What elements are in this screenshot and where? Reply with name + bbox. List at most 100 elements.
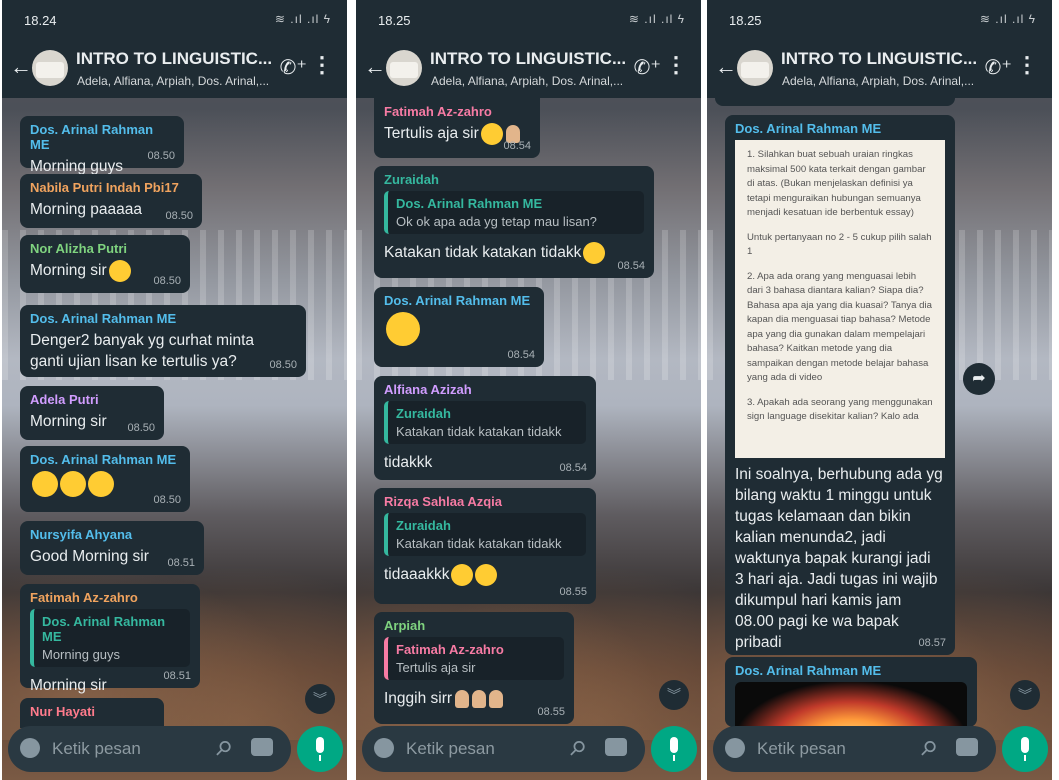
message-time: 08.50 — [153, 275, 181, 287]
message-sender: Dos. Arinal Rahman ME — [735, 121, 882, 136]
quote-sender: Dos. Arinal Rahman ME — [42, 614, 166, 644]
emoji — [451, 564, 474, 586]
more-vert-icon[interactable]: ⋮ — [665, 52, 687, 78]
message-bubble[interactable]: Alfiana Azizah Zuraidah Katakan tidak ka… — [374, 376, 596, 480]
mic-icon[interactable] — [651, 726, 697, 772]
camera-icon[interactable] — [605, 738, 627, 756]
quote-text: Katakan tidak katakan tidakk — [396, 424, 562, 439]
message-bubble[interactable]: Fatimah Az-zahro Tertulis aja sir 08.54 — [374, 98, 540, 158]
message-bubble[interactable]: Dos. Arinal Rahman ME Denger2 banyak yg … — [20, 305, 306, 377]
pray-emoji — [472, 689, 487, 708]
message-time: 08.50 — [165, 210, 193, 222]
camera-icon[interactable] — [251, 738, 273, 756]
status-time: 18.25 — [378, 13, 411, 28]
message-time: 08.57 — [918, 637, 946, 649]
group-avatar[interactable] — [32, 50, 68, 86]
mic-icon[interactable] — [1002, 726, 1048, 772]
more-vert-icon[interactable]: ⋮ — [311, 52, 333, 78]
signal-icon: ≋ .ıl .ıl ϟ — [274, 12, 331, 26]
message-time: 08.51 — [167, 557, 195, 569]
quoted-message[interactable]: Dos. Arinal Rahman ME Ok ok apa ada yg t… — [384, 191, 644, 234]
add-call-icon[interactable]: ✆⁺ — [985, 55, 1012, 80]
message-input[interactable]: Ketik pesan ⚲ — [713, 726, 996, 772]
pray-emoji — [455, 689, 470, 708]
forward-icon[interactable]: ➦ — [963, 363, 995, 395]
image-message-bubble[interactable]: Dos. Arinal Rahman ME — [725, 657, 977, 734]
emoji — [475, 564, 498, 586]
status-time: 18.25 — [729, 13, 762, 28]
message-input-placeholder[interactable]: Ketik pesan — [52, 739, 141, 759]
quote-text: Morning guys — [42, 647, 121, 662]
message-bubble[interactable]: Fatimah Az-zahro Dos. Arinal Rahman ME M… — [20, 584, 200, 694]
scroll-down-icon[interactable]: ︾ — [1010, 680, 1040, 710]
group-avatar[interactable] — [737, 50, 773, 86]
back-arrow-icon[interactable]: ← — [364, 54, 386, 80]
mic-icon[interactable] — [297, 726, 343, 772]
image-message-bubble[interactable]: Dos. Arinal Rahman ME 1. Silahkan buat s… — [725, 115, 955, 655]
message-sender: Nur Hayati — [30, 704, 96, 719]
message-time: 08.50 — [147, 150, 175, 162]
more-vert-icon[interactable]: ⋮ — [1016, 52, 1038, 78]
group-avatar[interactable] — [386, 50, 422, 86]
chat-title[interactable]: INTRO TO LINGUISTIC... — [781, 49, 977, 69]
emoji-icon[interactable] — [374, 738, 394, 758]
message-bubble[interactable]: Dos. Arinal Rahman ME 08.54 — [374, 287, 544, 367]
emoji-icon[interactable] — [20, 738, 40, 758]
quoted-message[interactable]: Dos. Arinal Rahman ME Morning guys — [30, 609, 190, 667]
chat-header: ← INTRO TO LINGUISTIC... Adela, Alfiana,… — [707, 38, 1052, 98]
quoted-message[interactable]: Zuraidah Katakan tidak katakan tidakk — [384, 401, 586, 444]
message-bubble[interactable]: Nabila Putri Indah Pbi17 Morning paaaaa … — [20, 174, 202, 228]
emoji-icon[interactable] — [725, 738, 745, 758]
quoted-message[interactable]: Zuraidah Katakan tidak katakan tidakk — [384, 513, 586, 556]
chat-title[interactable]: INTRO TO LINGUISTIC... — [76, 49, 272, 69]
message-input-placeholder[interactable]: Ketik pesan — [757, 739, 846, 759]
message-time: 08.51 — [163, 670, 191, 682]
message-text: Katakan tidak katakan tidakk — [384, 244, 582, 262]
message-input-placeholder[interactable]: Ketik pesan — [406, 739, 495, 759]
message-sender: Dos. Arinal Rahman ME — [30, 452, 177, 467]
attach-icon[interactable]: ⚲ — [210, 734, 238, 762]
message-bubble[interactable]: Dos. Arinal Rahman ME Morning guys 08.50 — [20, 116, 184, 175]
message-input[interactable]: Ketik pesan ⚲ — [362, 726, 645, 772]
message-sender: Dos. Arinal Rahman ME — [384, 293, 531, 308]
message-bubble[interactable]: Arpiah Fatimah Az-zahro Tertulis aja sir… — [374, 612, 574, 724]
chat-members[interactable]: Adela, Alfiana, Arpiah, Dos. Arinal,... — [431, 74, 631, 88]
quoted-message[interactable]: Fatimah Az-zahro Tertulis aja sir — [384, 637, 564, 680]
chat-members[interactable]: Adela, Alfiana, Arpiah, Dos. Arinal,... — [782, 74, 982, 88]
document-image[interactable]: 1. Silahkan buat sebuah uraian ringkas m… — [735, 140, 945, 458]
scroll-down-icon[interactable]: ︾ — [305, 684, 335, 714]
back-arrow-icon[interactable]: ← — [715, 54, 737, 80]
message-bubble[interactable]: Nursyifa Ahyana Good Morning sir 08.51 — [20, 521, 204, 575]
doc-paragraph: Untuk pertanyaan no 2 - 5 cukup pilih sa… — [747, 231, 932, 258]
message-bubble[interactable]: Nur Hayati — [20, 698, 164, 728]
attach-icon[interactable]: ⚲ — [564, 734, 592, 762]
chat-screen-3: 18.25 ≋ .ıl .ıl ϟ ← INTRO TO LINGUISTIC.… — [707, 0, 1052, 780]
message-time: 08.54 — [559, 462, 587, 474]
message-time: 08.50 — [269, 359, 297, 371]
quote-text: Tertulis aja sir — [396, 660, 476, 675]
chat-members[interactable]: Adela, Alfiana, Arpiah, Dos. Arinal,... — [77, 74, 277, 88]
scroll-down-icon[interactable]: ︾ — [659, 680, 689, 710]
message-sender: Zuraidah — [384, 172, 439, 187]
crying-emoji — [480, 123, 503, 145]
message-bubble[interactable]: Adela Putri Morning sir 08.50 — [20, 386, 164, 440]
quote-sender: Dos. Arinal Rahman ME — [396, 196, 543, 211]
message-bubble[interactable]: Dos. Arinal Rahman ME 08.50 — [20, 446, 190, 512]
pray-emoji — [489, 689, 504, 708]
quote-sender: Zuraidah — [396, 518, 451, 533]
camera-icon[interactable] — [956, 738, 978, 756]
message-text: Morning sir — [30, 262, 107, 280]
message-bubble[interactable]: Rizqa Sahlaa Azqia Zuraidah Katakan tida… — [374, 488, 596, 604]
status-bar: 18.25 ≋ .ıl .ıl ϟ — [707, 0, 1052, 38]
chat-title[interactable]: INTRO TO LINGUISTIC... — [430, 49, 626, 69]
emoji — [88, 471, 114, 497]
status-bar: 18.24 ≋ .ıl .ıl ϟ — [2, 0, 347, 38]
add-call-icon[interactable]: ✆⁺ — [634, 55, 661, 80]
message-input[interactable]: Ketik pesan ⚲ — [8, 726, 291, 772]
back-arrow-icon[interactable]: ← — [10, 54, 32, 80]
doc-paragraph: 3. Apakah ada seorang yang menggunakan s… — [747, 396, 933, 423]
attach-icon[interactable]: ⚲ — [915, 734, 943, 762]
message-bubble[interactable]: Zuraidah Dos. Arinal Rahman ME Ok ok apa… — [374, 166, 654, 278]
add-call-icon[interactable]: ✆⁺ — [280, 55, 307, 80]
message-bubble[interactable]: Nor Alizha Putri Morning sir 08.50 — [20, 235, 190, 293]
